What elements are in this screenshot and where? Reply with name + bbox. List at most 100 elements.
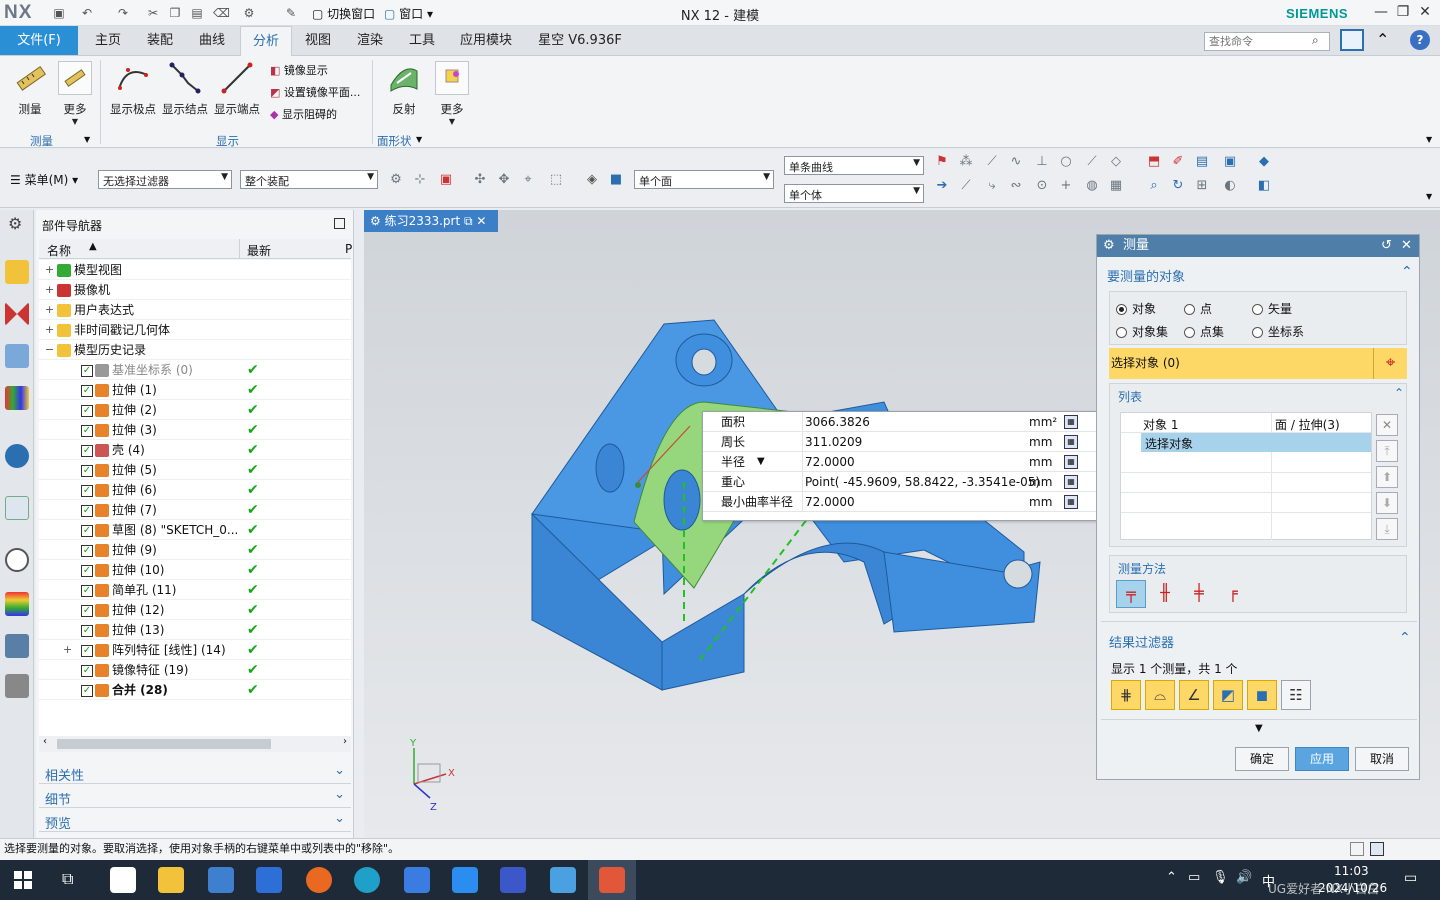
- select-all-icon[interactable]: ⊹: [412, 172, 428, 188]
- tree-row[interactable]: + 非时间戳记几何体: [39, 320, 351, 340]
- snap-end-icon[interactable]: ⟋: [958, 178, 974, 194]
- more-face-shape-button[interactable]: 更多 ▼: [432, 61, 472, 126]
- lasso-icon[interactable]: ⌖: [520, 172, 536, 188]
- visibility-checkbox[interactable]: ✓: [81, 404, 93, 417]
- close-button[interactable]: ✕: [1414, 3, 1436, 23]
- tab-tools[interactable]: 工具: [398, 26, 446, 56]
- arrow-right-icon[interactable]: ➔: [934, 178, 950, 194]
- snap-icon[interactable]: ▣: [438, 172, 454, 188]
- part-navigator-icon[interactable]: [5, 344, 29, 368]
- snap-mid-icon[interactable]: ⤷: [984, 178, 1000, 194]
- section-result-filter[interactable]: 结果过滤器: [1109, 632, 1174, 651]
- calculator-icon[interactable]: ▦: [1064, 475, 1078, 489]
- remove-icon[interactable]: ✕: [1376, 414, 1398, 436]
- list-item[interactable]: 对象 1 面 / 拉伸(3): [1121, 413, 1371, 433]
- tree-row[interactable]: ✓ 合并 (28) ✔: [39, 680, 351, 700]
- notification-icon[interactable]: ▭: [1404, 870, 1417, 886]
- close-tab-icon[interactable]: ✕: [473, 214, 486, 228]
- tab-curve[interactable]: 曲线: [188, 26, 236, 56]
- face-rule-select[interactable]: 单个面 ▼: [634, 170, 774, 189]
- tree-row[interactable]: + 用户表达式: [39, 300, 351, 320]
- document-tab[interactable]: ⚙ 练习2333.prt ⧉ ✕: [364, 210, 498, 232]
- radio-object[interactable]: 对象: [1116, 300, 1156, 317]
- mirror-display-button[interactable]: ◧ 镜像显示: [270, 62, 328, 78]
- popout-icon[interactable]: ⧉: [460, 214, 473, 228]
- visibility-checkbox[interactable]: ✓: [81, 384, 93, 397]
- snap-settings-icon[interactable]: ⚑: [934, 154, 950, 170]
- chevron-right-icon[interactable]: ›: [343, 736, 347, 747]
- type-filter-select[interactable]: 无选择过滤器 ▼: [98, 170, 232, 189]
- snap-quadrant-icon[interactable]: ◍: [1084, 178, 1100, 194]
- status-icon[interactable]: [1350, 842, 1364, 856]
- snap-point-icon[interactable]: ✣: [472, 172, 488, 188]
- move-up-icon[interactable]: ⬆: [1376, 466, 1398, 488]
- chevron-up-icon[interactable]: ⌃: [1399, 630, 1411, 646]
- shading-icon[interactable]: ◐: [1222, 178, 1238, 194]
- calculator-icon[interactable]: ▦: [1064, 435, 1078, 449]
- dropdown-icon[interactable]: ▼: [757, 452, 765, 472]
- body-icon[interactable]: ◈: [584, 172, 600, 188]
- tab-analysis[interactable]: 分析: [240, 26, 292, 56]
- layer-icon[interactable]: ▤: [1194, 154, 1210, 170]
- method-extended-icon[interactable]: ╒: [1218, 580, 1248, 608]
- visibility-checkbox[interactable]: ✓: [81, 484, 93, 497]
- section-details[interactable]: 细节 ⌄: [39, 786, 351, 808]
- assembly-navigator-icon[interactable]: [5, 260, 29, 284]
- tree-row[interactable]: ✓ 拉伸 (7) ✔: [39, 500, 351, 520]
- maximize-icon[interactable]: [334, 218, 345, 229]
- tree-row[interactable]: − 模型历史记录: [39, 340, 351, 360]
- tree-row[interactable]: ✓ 拉伸 (2) ✔: [39, 400, 351, 420]
- expander-icon[interactable]: +: [63, 640, 72, 660]
- visibility-checkbox[interactable]: ✓: [81, 644, 93, 657]
- select-object-field[interactable]: 选择对象 (0) ⌖: [1109, 348, 1407, 379]
- tab-assembly[interactable]: 装配: [136, 26, 184, 56]
- snap-face-icon[interactable]: ◇: [1108, 154, 1124, 170]
- section-preview[interactable]: 预览 ⌄: [39, 810, 351, 832]
- help-icon[interactable]: ?: [1410, 30, 1430, 50]
- radio-point-set[interactable]: 点集: [1184, 323, 1224, 340]
- method-box-icon[interactable]: ╪: [1184, 580, 1214, 608]
- horizontal-scrollbar[interactable]: ‹ ›: [39, 736, 351, 752]
- expander-icon[interactable]: +: [45, 280, 54, 300]
- info-icon[interactable]: [5, 444, 29, 468]
- history-clock-icon[interactable]: [5, 548, 29, 572]
- radio-object-set[interactable]: 对象集: [1116, 323, 1168, 340]
- show-knots-button[interactable]: 显示结点: [160, 61, 210, 117]
- tree-row[interactable]: ✓ 拉伸 (13) ✔: [39, 620, 351, 640]
- store-icon[interactable]: [208, 867, 234, 893]
- list-item-selected[interactable]: 选择对象: [1141, 433, 1371, 452]
- expander-icon[interactable]: +: [45, 320, 54, 340]
- file-explorer-icon[interactable]: [158, 867, 184, 893]
- firefox-icon[interactable]: [306, 867, 332, 893]
- network-icon[interactable]: ▭: [1188, 870, 1200, 885]
- clock-time[interactable]: 11:03: [1334, 864, 1369, 878]
- render-style-icon[interactable]: ◆: [1256, 154, 1272, 170]
- microphone-icon[interactable]: 🎙: [1212, 870, 1229, 885]
- roles-icon[interactable]: [5, 674, 29, 698]
- reuse-library-icon[interactable]: [5, 386, 29, 410]
- menu-button[interactable]: ☰ 菜单(M) ▾: [10, 171, 78, 188]
- section-objects[interactable]: 要测量的对象: [1107, 266, 1185, 285]
- task-view-icon[interactable]: ⧉: [62, 869, 73, 889]
- filter-angle-icon[interactable]: ∠: [1179, 680, 1209, 710]
- snap-circle-icon[interactable]: ○: [1058, 154, 1074, 170]
- snap-grid-icon[interactable]: ⁂: [958, 154, 974, 170]
- visibility-checkbox[interactable]: ✓: [81, 504, 93, 517]
- fullscreen-icon[interactable]: [1340, 29, 1364, 51]
- visibility-checkbox[interactable]: ✓: [81, 444, 93, 457]
- tab-xingkong[interactable]: 星空 V6.936F: [530, 26, 630, 56]
- curve-rule-select[interactable]: 单条曲线 ▼: [784, 156, 924, 175]
- view-cube-icon[interactable]: ▣: [1222, 154, 1238, 170]
- section-dependencies[interactable]: 相关性 ⌄: [39, 762, 351, 784]
- scope-select[interactable]: 整个装配 ▼: [240, 170, 378, 189]
- photos-icon[interactable]: [550, 867, 576, 893]
- tab-home[interactable]: 主页: [84, 26, 132, 56]
- column-extra[interactable]: P: [345, 242, 352, 256]
- tree-row[interactable]: ✓ 拉伸 (9) ✔: [39, 540, 351, 560]
- volume-icon[interactable]: 🔊: [1236, 870, 1252, 885]
- tree-row[interactable]: ✓ 镜像特征 (19) ✔: [39, 660, 351, 680]
- snap-curve-icon[interactable]: ∾: [1008, 178, 1024, 194]
- visibility-checkbox[interactable]: ✓: [81, 564, 93, 577]
- tree-row[interactable]: ✓ 拉伸 (6) ✔: [39, 480, 351, 500]
- tree-row[interactable]: ✓ 简单孔 (11) ✔: [39, 580, 351, 600]
